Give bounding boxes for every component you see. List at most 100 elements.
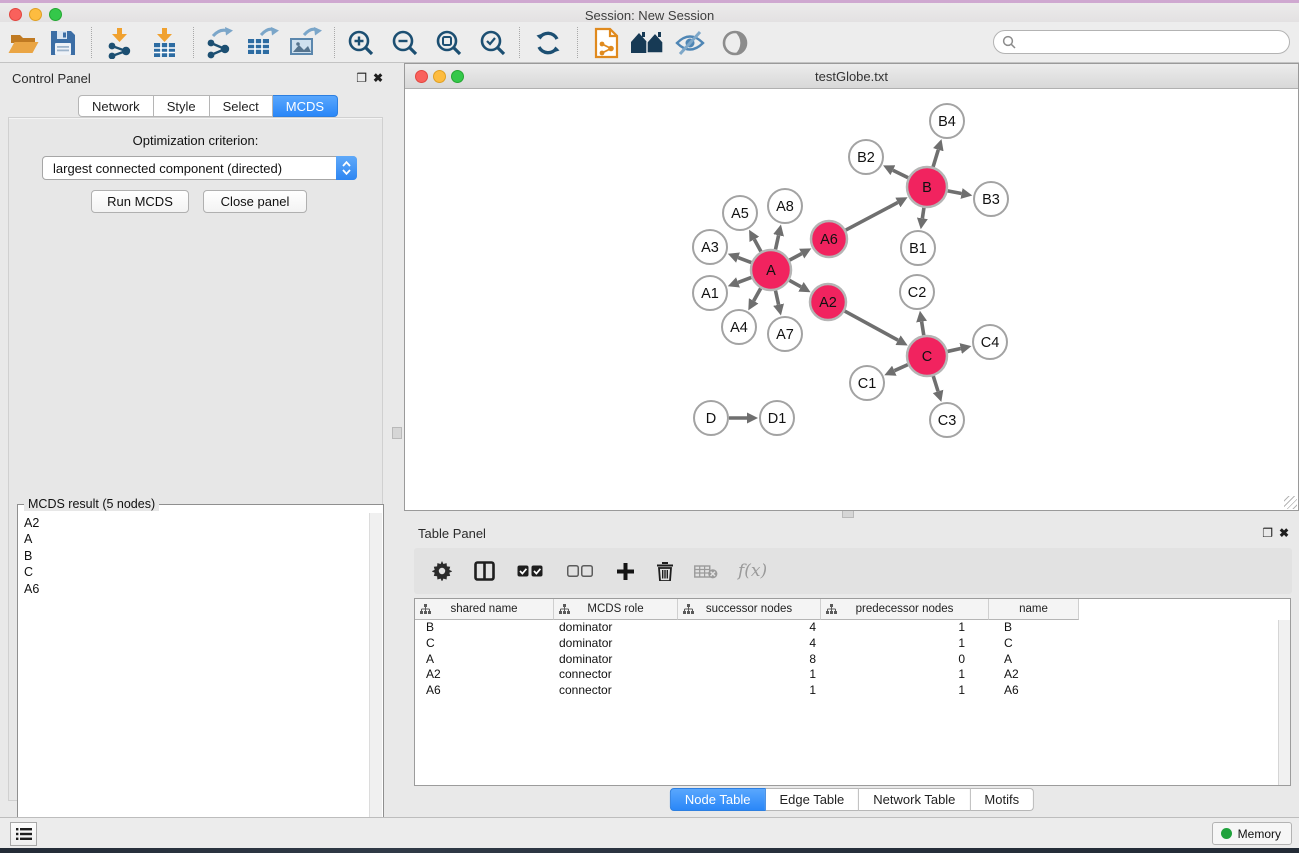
node-C3[interactable]: C3 [930,403,964,437]
new-network-from-selection-button[interactable] [587,25,625,60]
select-all-button[interactable] [517,565,543,578]
edge-A-A5[interactable] [754,239,761,251]
criterion-dropdown[interactable]: largest connected component (directed) [42,156,357,180]
table-cell[interactable]: dominator [554,636,678,652]
node-D1[interactable]: D1 [760,401,794,435]
table-cell[interactable]: 0 [821,652,989,668]
float-panel-icon[interactable]: ❐ [1262,527,1273,539]
node-A1[interactable]: A1 [693,276,727,310]
refresh-layout-button[interactable] [529,25,567,60]
show-column-button[interactable] [474,561,495,581]
table-cell[interactable]: 1 [678,683,821,699]
node-C1[interactable]: C1 [850,366,884,400]
network-canvas[interactable]: B4B2BB3A8A5A6A3B1AA1C2A2A4A7C4CC1C3DD1 [405,89,1298,510]
table-cell[interactable]: A6 [989,683,1079,699]
node-B2[interactable]: B2 [849,140,883,174]
edge-C-C3[interactable] [933,376,938,391]
edge-A-A1[interactable] [738,277,751,282]
memory-button[interactable]: Memory [1212,822,1292,845]
node-table[interactable]: shared nameMCDS rolesuccessor nodesprede… [414,598,1291,786]
table-cell[interactable]: A2 [989,667,1079,683]
table-cell[interactable]: A2 [415,667,554,683]
node-A8[interactable]: A8 [768,189,802,223]
edge-A-A3[interactable] [738,258,751,263]
zoom-fit-button[interactable] [430,25,468,60]
table-row[interactable]: Cdominator41C [415,636,1278,652]
node-A6[interactable]: A6 [811,221,847,257]
hide-selected-button[interactable] [671,25,709,60]
node-D[interactable]: D [694,401,728,435]
node-A5[interactable]: A5 [723,196,757,230]
close-panel-icon[interactable]: ✖ [1279,527,1289,539]
mcds-result-item[interactable]: A2 [24,515,369,531]
edge-A-A6[interactable] [790,254,802,260]
column-header-predecessor-nodes[interactable]: predecessor nodes [821,599,989,620]
node-B3[interactable]: B3 [974,182,1008,216]
tab-style[interactable]: Style [154,95,210,117]
column-header-name[interactable]: name [989,599,1079,620]
task-history-button[interactable] [10,822,37,846]
node-A7[interactable]: A7 [768,317,802,351]
delete-column-button[interactable] [657,562,673,581]
table-cell[interactable]: 4 [678,636,821,652]
edge-B-B1[interactable] [922,208,924,219]
edge-B-B3[interactable] [948,191,962,194]
table-cell[interactable]: 1 [821,683,989,699]
column-header-shared-name[interactable]: shared name [415,599,554,620]
edge-C-C2[interactable] [922,322,924,336]
node-A4[interactable]: A4 [722,310,756,344]
tab-mcds[interactable]: MCDS [273,95,338,117]
edge-C-C1[interactable] [894,365,907,371]
table-row[interactable]: Bdominator41B [415,620,1278,636]
table-cell[interactable]: C [989,636,1079,652]
table-cell[interactable]: dominator [554,620,678,636]
table-cell[interactable]: 1 [821,620,989,636]
table-cell[interactable]: 1 [821,667,989,683]
export-table-button[interactable] [243,25,281,60]
zoom-in-button[interactable] [342,25,380,60]
edge-A6-B[interactable] [846,202,898,230]
mcds-result-item[interactable]: B [24,548,369,564]
tab-edge-table[interactable]: Edge Table [765,788,859,811]
node-C4[interactable]: C4 [973,325,1007,359]
vertical-splitter[interactable] [391,63,404,817]
add-column-button[interactable] [617,563,634,580]
export-image-button[interactable] [286,25,324,60]
float-panel-icon[interactable]: ❐ [356,72,367,84]
table-cell[interactable]: A6 [415,683,554,699]
table-cell[interactable]: connector [554,667,678,683]
table-cell[interactable]: B [415,620,554,636]
edge-A-A2[interactable] [789,280,801,287]
edge-B-B2[interactable] [893,170,908,177]
table-cell[interactable]: 4 [678,620,821,636]
edge-A-A8[interactable] [775,235,778,249]
first-neighbors-button[interactable] [628,25,666,60]
run-mcds-button[interactable]: Run MCDS [91,190,189,213]
mcds-result-scrollbar[interactable] [369,513,382,847]
node-A2[interactable]: A2 [810,284,846,320]
table-row[interactable]: A6connector11A6 [415,683,1278,699]
node-B1[interactable]: B1 [901,231,935,265]
export-network-button[interactable] [200,25,238,60]
table-cell[interactable]: A [415,652,554,668]
function-builder-button[interactable]: f(x) [738,561,767,581]
node-A[interactable]: A [751,250,791,290]
zoom-out-button[interactable] [386,25,424,60]
table-cell[interactable]: connector [554,683,678,699]
open-session-button[interactable] [4,25,42,60]
network-canvas-svg[interactable]: B4B2BB3A8A5A6A3B1AA1C2A2A4A7C4CC1C3DD1 [405,89,1298,510]
mcds-result-item[interactable]: A [24,531,369,547]
table-cell[interactable]: C [415,636,554,652]
table-cell[interactable]: 1 [821,636,989,652]
zoom-selected-button[interactable] [474,25,512,60]
table-row[interactable]: A2connector11A2 [415,667,1278,683]
edge-A2-C[interactable] [845,311,898,340]
table-cell[interactable]: 1 [678,667,821,683]
import-table-button[interactable] [146,25,184,60]
edge-B-B4[interactable] [933,150,938,167]
table-options-button[interactable] [432,561,452,581]
resize-grip[interactable] [1284,496,1297,509]
table-row[interactable]: Adominator80A [415,652,1278,668]
tab-motifs[interactable]: Motifs [970,788,1034,811]
tab-network-table[interactable]: Network Table [859,788,970,811]
